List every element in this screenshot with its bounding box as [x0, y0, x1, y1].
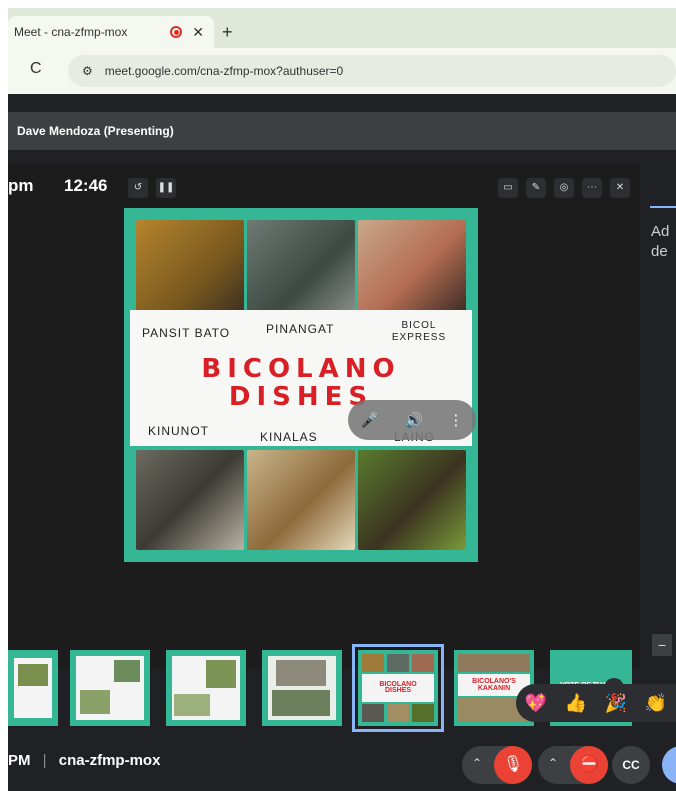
meet-window: Dave Mendoza (Presenting) pm 12:46 ↺ ❚❚ … [8, 94, 676, 791]
meeting-time-partial: PM [8, 752, 31, 769]
slide-thumbnail[interactable] [8, 650, 58, 726]
reaction-thumbs-up-icon[interactable]: 👍 [565, 693, 587, 714]
food-photo-pinangat [247, 220, 355, 314]
food-photo-laing [358, 450, 466, 550]
reaction-heart-icon[interactable]: 💖 [525, 693, 547, 714]
label-kinalas: KINALAS [260, 430, 318, 444]
slide-thumbnail[interactable] [262, 650, 342, 726]
slide-controls-bar: pm 12:46 ↺ ❚❚ ▭ ✎ ◎ ⋯ ✕ [8, 172, 640, 200]
mic-control-group: ⌃ 🎙 [462, 746, 532, 784]
pause-icon[interactable]: ❚❚ [156, 178, 176, 198]
volume-icon[interactable]: 🔊 [404, 411, 423, 429]
meeting-code: cna-zfmp-mox [58, 752, 161, 769]
mic-options-chevron-icon[interactable]: ⌃ [472, 756, 482, 770]
side-panel: Ad de − [644, 164, 676, 669]
camera-off-icon: ⛔ [579, 756, 599, 773]
mute-presenter-icon[interactable]: 🎤 [361, 411, 380, 429]
new-tab-button[interactable]: + [222, 22, 233, 43]
overlay-more-icon[interactable]: ⋮ [448, 411, 463, 429]
captions-icon[interactable]: ▭ [498, 178, 518, 198]
media-controls-overlay: 🎤 🔊 ⋮ [348, 400, 476, 440]
tab-title: Meet - cna-zfmp-mox [14, 25, 128, 39]
restart-timer-icon[interactable]: ↺ [128, 178, 148, 198]
address-bar: C ⚙ meet.google.com/cna-zfmp-mox?authuse… [8, 48, 676, 94]
mic-off-icon: 🎙 [502, 756, 524, 773]
close-tab-icon[interactable]: ✕ [192, 24, 204, 41]
side-panel-text-line2: de [651, 243, 668, 260]
reload-icon[interactable]: C [30, 60, 42, 78]
browser-tab-bar: Meet - cna-zfmp-mox ✕ + [8, 8, 676, 48]
camera-control-group: ⌃ ⛔ [538, 746, 608, 784]
meeting-controls-bar: PM | cna-zfmp-mox ⌃ 🎙 ⌃ ⛔ CC [8, 740, 676, 791]
slide-thumbnail[interactable] [166, 650, 246, 726]
browser-tab-meet[interactable]: Meet - cna-zfmp-mox ✕ [8, 16, 214, 48]
reaction-party-icon[interactable]: 🎉 [605, 693, 627, 714]
presenter-bar: Dave Mendoza (Presenting) [8, 112, 676, 150]
more-options-icon[interactable]: ⋯ [582, 178, 602, 198]
side-panel-tab-indicator [650, 206, 676, 208]
meeting-info: PM | cna-zfmp-mox [8, 752, 160, 769]
pen-icon[interactable]: ✎ [526, 178, 546, 198]
label-kinunot: KINUNOT [148, 424, 209, 438]
presentation-stage: pm 12:46 ↺ ❚❚ ▭ ✎ ◎ ⋯ ✕ PANSIT BATO PINA… [8, 164, 640, 732]
slide-thumbnail-selected[interactable]: BICOLANO DISHES [352, 644, 444, 732]
recording-indicator-icon [170, 26, 183, 38]
separator: | [42, 752, 47, 769]
captions-button[interactable]: CC [612, 746, 650, 784]
label-pansit-bato: PANSIT BATO [142, 326, 231, 340]
food-photo-pansit [136, 220, 244, 314]
label-pinangat: PINANGAT [266, 322, 335, 336]
pointer-icon[interactable]: ◎ [554, 178, 574, 198]
elapsed-time: 12:46 [64, 176, 108, 195]
cc-icon: CC [622, 758, 640, 772]
camera-off-button[interactable]: ⛔ [570, 746, 608, 784]
present-button[interactable] [662, 746, 676, 784]
side-panel-text: Ad de [651, 222, 669, 262]
site-settings-icon[interactable]: ⚙ [82, 64, 93, 78]
clock-partial: pm [8, 176, 34, 195]
url-field[interactable]: ⚙ meet.google.com/cna-zfmp-mox?authuser=… [68, 55, 676, 87]
presenter-label: Dave Mendoza (Presenting) [17, 124, 174, 138]
food-photo-kinunot [136, 450, 244, 550]
minimize-panel-icon[interactable]: − [652, 634, 672, 656]
camera-options-chevron-icon[interactable]: ⌃ [548, 756, 558, 770]
label-express: EXPRESS [391, 332, 447, 343]
slide-title-line1: BICOLANO [201, 354, 401, 384]
side-panel-text-line1: Ad [651, 223, 670, 240]
mic-off-button[interactable]: 🎙 [494, 746, 532, 784]
food-photo-bicol-express [358, 220, 466, 314]
food-photo-kinalas [247, 450, 355, 550]
label-bicol: BICOL [401, 320, 437, 331]
slide-thumbnail[interactable] [70, 650, 150, 726]
current-slide: PANSIT BATO PINANGAT BICOL EXPRESS BICOL… [124, 208, 478, 562]
url-text: meet.google.com/cna-zfmp-mox?authuser=0 [104, 64, 344, 78]
close-presentation-icon[interactable]: ✕ [610, 178, 630, 198]
reactions-bar: 💖 👍 🎉 👏 [516, 684, 676, 722]
reaction-clap-icon[interactable]: 👏 [645, 693, 667, 714]
